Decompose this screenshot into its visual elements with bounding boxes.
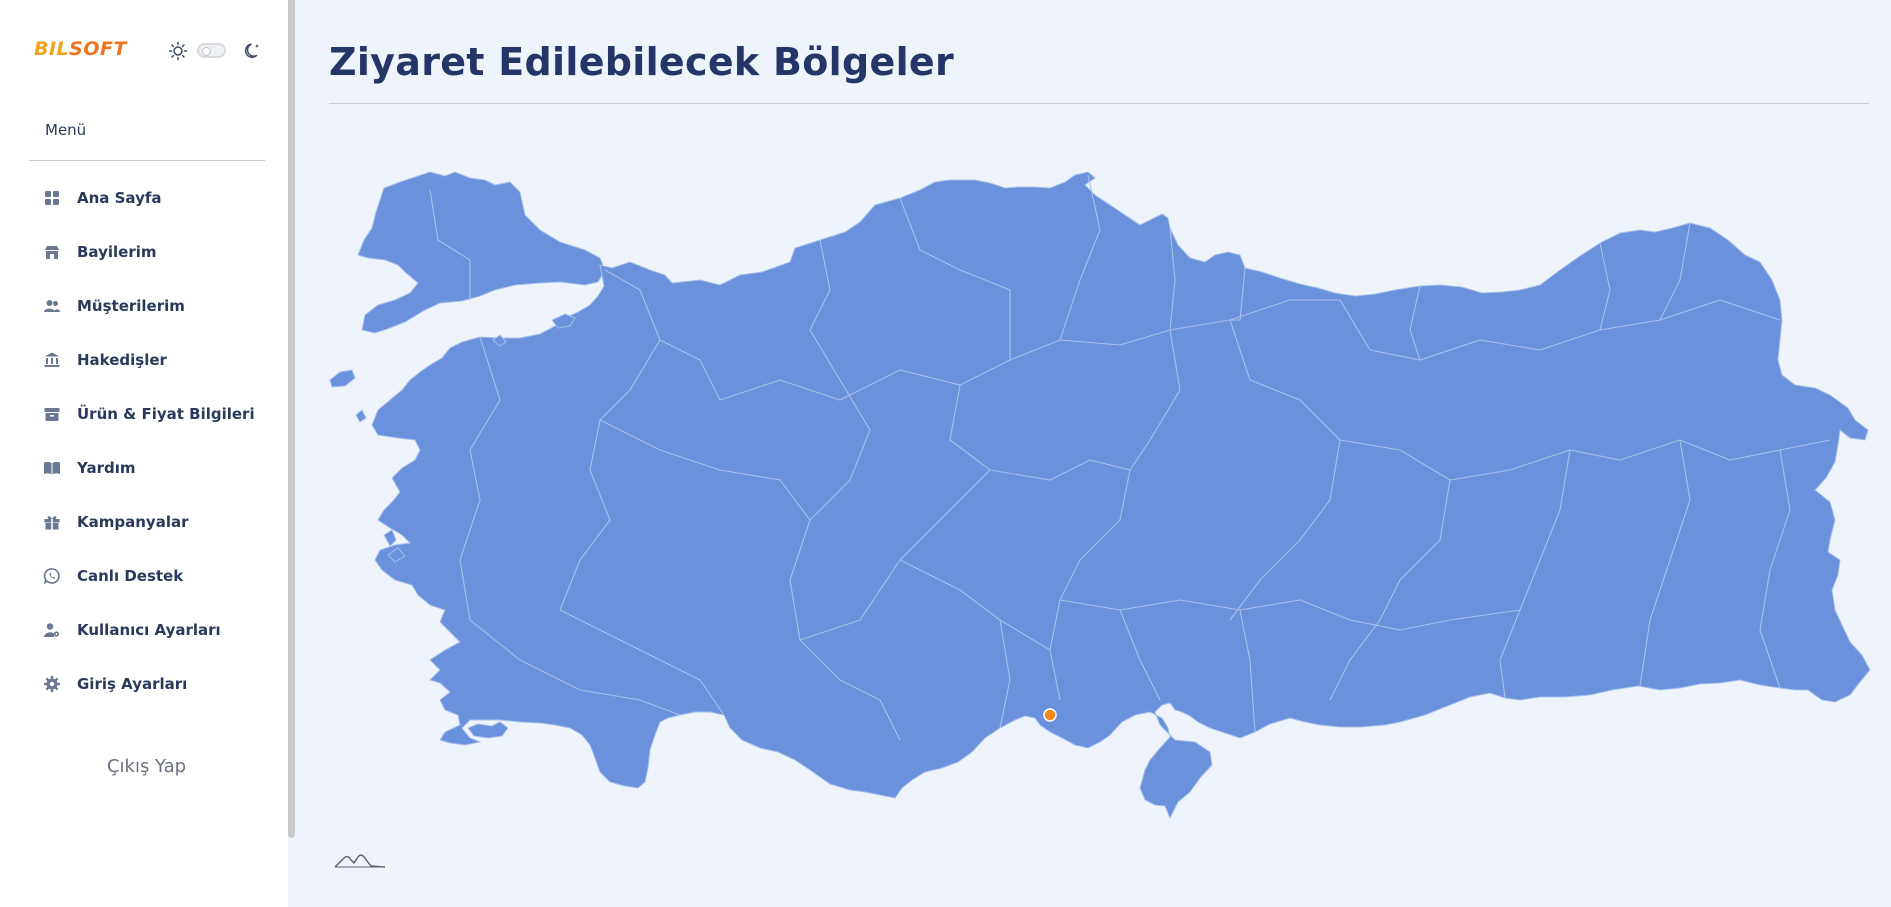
turkey-map bbox=[329, 171, 1871, 820]
map-island bbox=[383, 529, 397, 547]
map-region-thrace[interactable] bbox=[357, 171, 606, 334]
location-marker[interactable] bbox=[1043, 708, 1057, 722]
map-island bbox=[355, 409, 367, 423]
map-island bbox=[329, 369, 356, 388]
mountain-credit-icon bbox=[334, 854, 386, 868]
map-island bbox=[467, 721, 509, 739]
map-landmass bbox=[329, 171, 1871, 820]
